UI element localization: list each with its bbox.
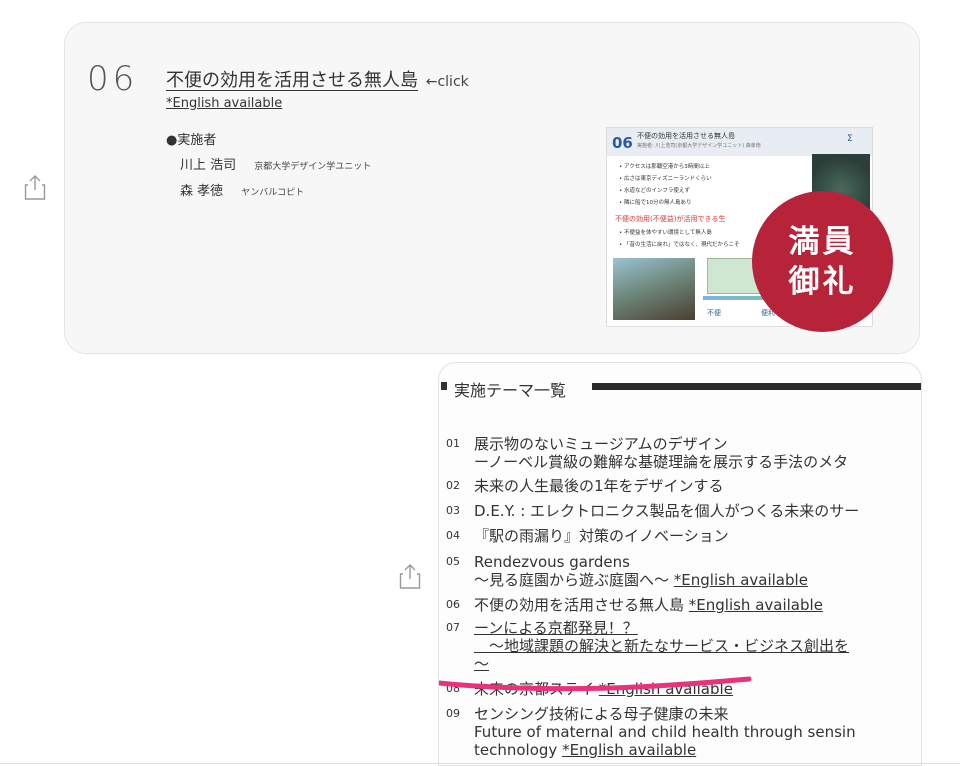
theme-line: ～地域課題の解決と新たなサービス・ビジネス創出を — [474, 637, 850, 655]
implementer-name: 森 孝徳 — [180, 184, 224, 199]
english-available-link[interactable]: *English available — [674, 571, 808, 589]
project-title-link[interactable]: 不便の効用を活用させる無人島 — [166, 70, 418, 91]
stamp-line: 満員 — [788, 223, 857, 260]
theme-text: D.E.Y. : エレクトロニクス製品を個人がつくる未来のサー — [474, 502, 860, 520]
logo-icon: Σ — [847, 134, 853, 144]
implementer-affiliation: 京都大学デザイン学ユニット — [254, 162, 372, 172]
theme-line: ーンによる京都発見！？ — [474, 619, 638, 637]
implementer-row: 森 孝徳 ヤンバルコピト — [180, 180, 304, 199]
section-header: 実施テーマ一覧 — [439, 377, 921, 401]
theme-text: Rendezvous gardens ～見る庭園から遊ぶ庭園へ～ *Englis… — [474, 553, 808, 589]
slide-bullet: • 広さは東京ディズニーランドくらい — [619, 176, 712, 182]
slide-island-photo — [613, 258, 695, 320]
project-title[interactable]: 不便の効用を活用させる無人島 ←click — [166, 66, 469, 92]
share-icon[interactable] — [24, 174, 46, 200]
theme-number: 05 — [446, 555, 460, 568]
sold-out-stamp: 満員 御礼 — [752, 191, 893, 332]
theme-line: Rendezvous gardens — [474, 553, 630, 571]
implementer-row: 川上 浩司 京都大学デザイン学ユニット — [180, 154, 371, 173]
english-available-link[interactable]: *English available — [562, 741, 696, 759]
slide-bullet: • 「昔の生活に戻れ」ではなく、現代だからこそ — [619, 242, 740, 248]
theme-number: 01 — [446, 437, 460, 450]
section-bar-left — [441, 382, 447, 390]
theme-line: Future of maternal and child health thro… — [474, 723, 856, 741]
slide-bullet: • 水道などのインフラ使えず — [619, 188, 690, 194]
theme-number: 02 — [446, 479, 460, 492]
implementer-label: ●実施者 — [166, 133, 217, 148]
section-title: 実施テーマ一覧 — [454, 381, 567, 400]
slide-bullet: • 隣に船で10分の無人島あり — [619, 200, 692, 206]
theme-text: 展示物のないミュージアムのデザイン ーノーベル賞級の難解な基礎理論を展示する手法… — [474, 435, 848, 471]
message-bubble-project[interactable]: 06 不便の効用を活用させる無人島 ←click *English availa… — [64, 22, 920, 354]
slide-highlight-text: 不便の効用(不便益)が活用できる生 — [615, 215, 726, 223]
theme-text: 未来の人生最後の1年をデザインする — [474, 477, 724, 495]
english-available-link[interactable]: *English available — [689, 596, 823, 614]
stamp-line: 御礼 — [788, 263, 857, 300]
theme-number: 06 — [446, 598, 460, 611]
implementer-name: 川上 浩司 — [180, 158, 237, 173]
theme-line: ーノーベル賞級の難解な基礎理論を展示する手法のメタ — [474, 453, 849, 471]
implementer-affiliation: ヤンバルコピト — [241, 188, 305, 198]
theme-text: 不便の効用を活用させる無人島 *English available — [474, 596, 823, 614]
theme-text: センシング技術による母子健康の未来 Future of maternal and… — [474, 705, 856, 759]
highlight-stroke — [439, 676, 752, 692]
english-available-link[interactable]: *English available — [166, 96, 282, 111]
theme-line: 展示物のないミュージアムのデザイン — [474, 435, 728, 453]
slide-label-fuben: 不便 — [707, 309, 721, 317]
theme-line: ～ — [474, 655, 490, 673]
theme-line-text: 不便の効用を活用させる無人島 — [474, 596, 689, 614]
theme-number: 03 — [446, 504, 460, 517]
theme-line: センシング技術による母子健康の未来 — [474, 705, 729, 723]
slide-bullet: • 不便益を体やすい環境として無人島 — [619, 230, 712, 236]
theme-line: ～見る庭園から遊ぶ庭園へ～ *English available — [474, 571, 808, 589]
theme-line-text: technology — [474, 741, 563, 759]
slide-bullet: • アクセスは那覇空港から3時間以上 — [619, 164, 710, 170]
theme-line-text: ～見る庭園から遊ぶ庭園へ～ — [474, 571, 674, 589]
slide-title: 不便の効用を活用させる無人島 — [637, 132, 735, 140]
theme-number: 04 — [446, 529, 460, 542]
message-bubble-theme-list[interactable]: 実施テーマ一覧 01 展示物のないミュージアムのデザイン ーノーベル賞級の難解な… — [438, 362, 922, 766]
project-number: 06 — [87, 59, 139, 99]
theme-line: technology *English available — [474, 741, 856, 759]
share-icon[interactable] — [399, 563, 421, 589]
section-bar-right — [592, 383, 921, 390]
theme-text: ーンによる京都発見！？ ～地域課題の解決と新たなサービス・ビジネス創出を ～ — [474, 619, 849, 673]
theme-text: 『駅の雨漏り』対策のイノベーション — [474, 527, 729, 545]
slide-subtitle: 実施者: 川上浩司(京都大学デザイン学ユニット) 森孝徳 — [637, 143, 761, 149]
slide-number: 06 — [612, 134, 633, 152]
click-hint: ←click — [425, 74, 469, 90]
theme-number: 09 — [446, 707, 460, 720]
theme-number: 07 — [446, 621, 460, 634]
